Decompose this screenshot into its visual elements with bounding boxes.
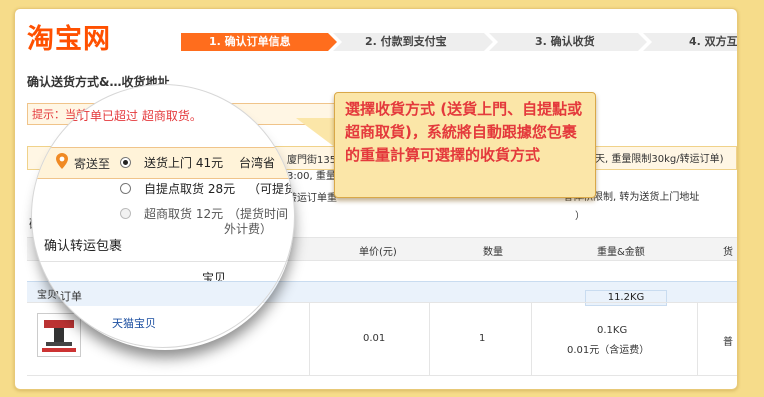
magnified-product-link[interactable]: 天猫宝贝 bbox=[112, 315, 156, 331]
step-confirm-receipt: 3. 确认收货 bbox=[489, 33, 647, 51]
confirm-package-title: 确认转运包裹 bbox=[44, 239, 123, 254]
option-home-delivery: 送货上门 41元 bbox=[144, 156, 224, 170]
option-convenience-store: 超商取货 12元 bbox=[144, 207, 224, 221]
th-shipping: 货 bbox=[723, 247, 733, 258]
radio-pickup-point[interactable] bbox=[120, 183, 131, 194]
item-shipping: 普 bbox=[723, 337, 733, 348]
shipping-weight-limit: 天, 重量限制30kg/转运订单) bbox=[595, 154, 724, 165]
item-price: 0.01 bbox=[363, 333, 386, 344]
taobao-logo[interactable]: 淘宝网 bbox=[27, 17, 111, 56]
location-pin-icon bbox=[56, 153, 68, 169]
weight-fragment: 转运订单重 bbox=[287, 193, 337, 204]
option-pickup-point-note: （可提货 bbox=[248, 182, 295, 196]
magnified-notice-text: 当前转运订单已超过 超商取货。 bbox=[31, 109, 202, 123]
step-mutual-review: 4. 双方互 bbox=[643, 33, 738, 51]
th-quantity: 数量 bbox=[483, 247, 503, 258]
instruction-callout: 選擇收貨方式 (送貨上門、自提點或超商取貨)，系統將自動跟據您包裹的重量計算可選… bbox=[334, 92, 596, 198]
item-amount: 0.01元（含运费） bbox=[567, 345, 650, 356]
option-home-delivery-region: 台湾省 bbox=[239, 156, 276, 170]
product-thumbnail[interactable] bbox=[37, 313, 81, 357]
magnifier-lens: 当前转运订单已超过 超商取货。 寄送至 送货上门 41元 台湾省 自提点取货 2… bbox=[31, 84, 295, 348]
delivery-time-fragment: 3:00, 重量 bbox=[287, 171, 336, 182]
magnified-group-label: 宝贝订单 bbox=[38, 290, 82, 303]
volume-limit-note-end: ） bbox=[575, 211, 585, 222]
order-progress-steps: 1. 确认订单信息 2. 付款到支付宝 3. 确认收货 4. 双方互 bbox=[181, 33, 738, 51]
option-convenience-store-note-2: 外计费） bbox=[224, 222, 273, 236]
radio-home-delivery[interactable] bbox=[120, 157, 131, 168]
th-weight-amount: 重量&金额 bbox=[597, 247, 645, 258]
send-to-label: 寄送至 bbox=[74, 157, 111, 171]
option-pickup-point: 自提点取货 28元 bbox=[144, 182, 236, 196]
item-weight: 0.1KG bbox=[597, 325, 628, 336]
radio-convenience-store bbox=[120, 208, 131, 219]
item-quantity: 1 bbox=[479, 333, 486, 344]
step-confirm-order: 1. 确认订单信息 bbox=[181, 33, 337, 51]
th-price: 单价(元) bbox=[359, 247, 397, 258]
step-pay-alipay: 2. 付款到支付宝 bbox=[333, 33, 493, 51]
